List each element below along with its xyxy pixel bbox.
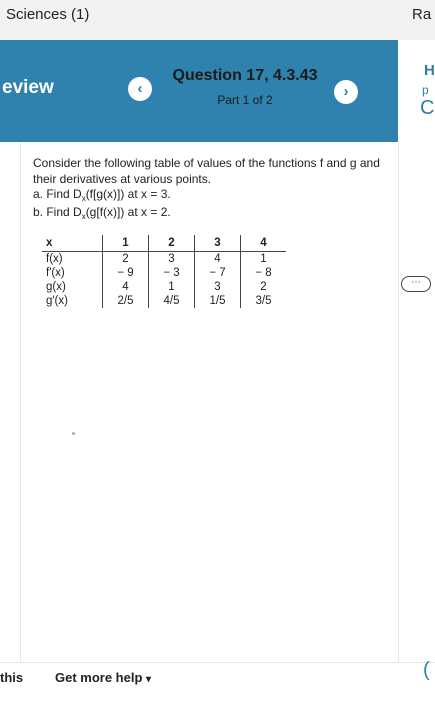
footer-right-glyph: ( [423, 659, 430, 681]
task-b-prefix: b. Find D [33, 205, 82, 219]
question-content: Consider the following table of values o… [0, 142, 400, 662]
side-panel-p: p [422, 83, 429, 97]
panel-resize-handle[interactable]: ⋯ [401, 276, 431, 292]
table-cell: 2/5 [102, 294, 149, 308]
table-cell: f(x) [46, 253, 63, 265]
side-panel-c: C [420, 97, 435, 119]
table-row: f′(x) − 9 − 3 − 7 − 8 [42, 266, 286, 280]
table-cell: 3 [194, 280, 241, 294]
footer-bar: this Get more help ▾ ( [0, 659, 435, 701]
table-header-cell: 4 [240, 235, 286, 252]
question-title: Question 17, 4.3.43 [172, 67, 318, 84]
task-b-suffix: (g[f(x)]) at x = 2. [85, 205, 171, 219]
header-panel: eview ‹ Question 17, 4.3.43 Part 1 of 2 … [0, 40, 398, 142]
panel-resize-strip: ⋯ [398, 142, 435, 662]
task-a: a. Find Dx(f[g(x)]) at x = 3. [33, 187, 171, 203]
table-header-cell: 1 [102, 235, 149, 252]
get-more-help-label: Get more help [55, 670, 143, 685]
table-header-cell: 3 [194, 235, 241, 252]
table-cell: − 7 [194, 266, 241, 280]
chevron-left-icon: ‹ [137, 80, 143, 97]
top-bar: Sciences (1) Ra [0, 0, 435, 41]
table-cell: 2 [102, 251, 149, 266]
problem-prompt: Consider the following table of values o… [33, 156, 380, 186]
table-cell: 4 [194, 251, 241, 266]
side-panel-h: H [424, 62, 435, 79]
side-panel-strip: H p C [398, 40, 435, 142]
question-part: Part 1 of 2 [217, 93, 273, 107]
table-header-row: x 1 2 3 4 [42, 235, 286, 252]
next-question-button[interactable]: › [334, 80, 358, 104]
course-title: Sciences (1) [6, 6, 90, 23]
review-label[interactable]: eview [2, 77, 54, 99]
table-cell: 3/5 [240, 294, 286, 308]
table-cell: − 8 [240, 266, 286, 280]
table-cell: 4 [102, 280, 149, 294]
stray-dot [72, 432, 75, 435]
table-row: f(x) 2 3 4 1 [42, 251, 286, 266]
values-table: x 1 2 3 4 f(x) 2 3 4 1 f′(x) − 9 − 3 − 7… [42, 235, 286, 308]
table-cell: 3 [148, 251, 195, 266]
caret-down-icon: ▾ [146, 674, 152, 685]
task-a-suffix: (f[g(x)]) at x = 3. [85, 187, 171, 201]
table-cell: 1 [240, 251, 286, 266]
task-a-sub: x [81, 194, 86, 203]
chevron-right-icon: › [343, 83, 349, 100]
table-cell: g′(x) [46, 295, 68, 307]
table-cell: g(x) [46, 281, 66, 293]
table-header-cell: 2 [148, 235, 195, 252]
topbar-right-text: Ra [412, 6, 432, 23]
table-cell: 4/5 [148, 294, 195, 308]
get-more-help-button[interactable]: Get more help ▾ [55, 670, 151, 685]
table-row: g(x) 4 1 3 2 [42, 280, 286, 294]
table-cell: − 3 [148, 266, 195, 280]
task-a-prefix: a. Find D [33, 187, 82, 201]
task-b: b. Find Dx(g[f(x)]) at x = 2. [33, 205, 171, 221]
table-cell: 1/5 [194, 294, 241, 308]
table-row: g′(x) 2/5 4/5 1/5 3/5 [42, 294, 286, 308]
question-header: eview ‹ Question 17, 4.3.43 Part 1 of 2 … [0, 40, 435, 142]
table-cell: − 9 [102, 266, 149, 280]
table-header-cell: x [42, 235, 103, 252]
previous-question-button[interactable]: ‹ [128, 77, 152, 101]
task-b-sub: x [81, 212, 86, 221]
footer-left-text: this [0, 670, 24, 685]
table-cell: 2 [240, 280, 286, 294]
table-cell: 1 [148, 280, 195, 294]
left-divider [20, 142, 21, 662]
table-cell: f′(x) [46, 267, 65, 279]
